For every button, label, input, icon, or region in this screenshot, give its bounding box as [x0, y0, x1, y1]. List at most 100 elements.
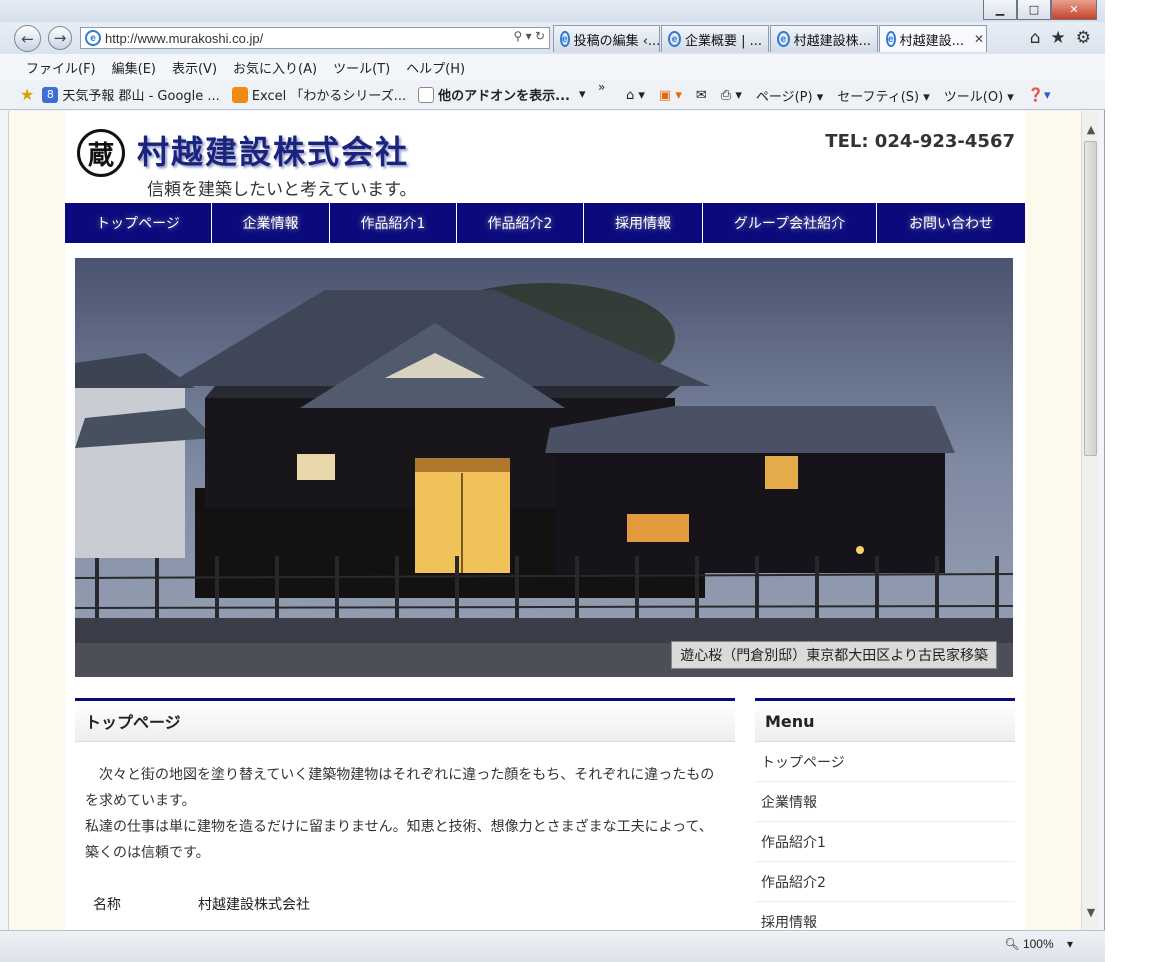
browser-window: ▁ □ ✕ ← → e http://www.murakoshi.co.jp/ …	[0, 0, 1105, 962]
print-icon[interactable]: ⎙ ▾	[721, 88, 742, 103]
page-menu[interactable]: ページ(P) ▾	[756, 86, 823, 105]
tab-close-icon[interactable]: ✕	[974, 32, 984, 46]
favorite-label: 他のアドオンを表示...	[438, 89, 570, 104]
tab-2[interactable]: e 企業概要 | ...	[661, 25, 769, 52]
favorite-excel[interactable]: Excel 「わかるシリーズ...	[231, 85, 406, 104]
close-window-button[interactable]: ✕	[1051, 0, 1097, 20]
addon-icon	[418, 86, 435, 103]
maximize-button[interactable]: □	[1017, 0, 1051, 20]
hero-caption: 遊心桜（門倉別邸）東京都大田区より古民家移築	[671, 641, 997, 669]
address-tools: ⚲ ▾ ↻	[513, 29, 545, 43]
zoom-level: 100%	[1022, 937, 1054, 951]
sidebar-item-top[interactable]: トップページ	[755, 742, 1015, 782]
window-controls: ▁ □ ✕	[983, 0, 1097, 20]
menu-bar: ファイル(F) 編集(E) 表示(V) お気に入り(A) ツール(T) ヘルプ(…	[0, 54, 1105, 80]
search-icon[interactable]: ⚲	[513, 29, 522, 43]
web-page: 蔵 村越建設株式会社 信頼を建築したいと考えています。 TEL: 024-923…	[65, 111, 1025, 930]
favorite-label: 天気予報 郡山 - Google ...	[62, 89, 220, 104]
sidebar-item-works2[interactable]: 作品紹介2	[755, 862, 1015, 902]
tools-menu-label: ツール(O)	[943, 89, 1004, 105]
status-bar: 🔍︎ 100% ▾	[0, 930, 1105, 962]
ie-icon: e	[560, 31, 570, 47]
forward-button[interactable]: →	[48, 26, 72, 50]
tab-label: 企業概要 | ...	[684, 33, 762, 49]
tools-menu[interactable]: ツール(O) ▾	[944, 86, 1014, 105]
star-icon[interactable]: ★	[1051, 28, 1066, 48]
scroll-down-icon[interactable]: ▼	[1082, 902, 1099, 922]
command-bar: ⌂ ▾ ▣ ▾ ✉ ⎙ ▾ ページ(P) ▾ セーフティ(S) ▾ ツール(O)…	[626, 80, 1051, 110]
vertical-scrollbar[interactable]: ▲ ▼	[1081, 111, 1099, 930]
tab-3[interactable]: e 村越建設株...	[770, 25, 878, 52]
hero-image: 遊心桜（門倉別邸）東京都大田区より古民家移築	[75, 258, 1013, 677]
home-icon[interactable]: ⌂	[1030, 28, 1041, 48]
nav-works2[interactable]: 作品紹介2	[457, 203, 584, 243]
page-menu-label: ページ(P)	[755, 89, 813, 105]
menu-help[interactable]: ヘルプ(H)	[406, 58, 465, 77]
back-button[interactable]: ←	[14, 25, 41, 52]
info-value: 村越建設株式会社	[198, 897, 310, 913]
site-name[interactable]: 村越建設株式会社	[137, 127, 409, 173]
sidebar-heading: Menu	[755, 698, 1015, 742]
tab-label: 投稿の編集 ‹...	[573, 33, 660, 49]
help-icon[interactable]: ❓▾	[1028, 88, 1051, 103]
company-logo[interactable]: 蔵	[77, 129, 125, 177]
menu-edit[interactable]: 編集(E)	[112, 58, 156, 77]
tab-1[interactable]: e 投稿の編集 ‹...	[553, 25, 660, 52]
favorite-weather[interactable]: 8 天気予報 郡山 - Google ...	[42, 85, 220, 104]
ie-icon: e	[85, 30, 101, 46]
nav-company[interactable]: 企業情報	[212, 203, 330, 243]
sidebar-item-company[interactable]: 企業情報	[755, 782, 1015, 822]
tab-label: 村越建設...	[899, 33, 964, 49]
sidebar-item-recruit[interactable]: 採用情報	[755, 902, 1015, 931]
address-text: http://www.murakoshi.co.jp/	[105, 30, 264, 46]
safety-menu-label: セーフティ(S)	[837, 89, 920, 105]
gear-icon[interactable]: ⚙	[1076, 28, 1091, 48]
title-bar: ▁ □ ✕	[0, 0, 1105, 22]
bookmark-icon	[231, 86, 248, 103]
ie-icon: e	[886, 31, 896, 47]
address-bar[interactable]: e http://www.murakoshi.co.jp/ ⚲ ▾ ↻	[80, 27, 550, 49]
intro-paragraph-1: 次々と街の地図を塗り替えていく建築物建物はそれぞれに違った顔をもち、それぞれに違…	[85, 767, 715, 809]
scroll-up-icon[interactable]: ▲	[1082, 119, 1099, 139]
nav-works1[interactable]: 作品紹介1	[330, 203, 457, 243]
page-viewport: 蔵 村越建設株式会社 信頼を建築したいと考えています。 TEL: 024-923…	[8, 111, 1099, 930]
nav-top[interactable]: トップページ	[65, 203, 212, 243]
mail-icon[interactable]: ✉	[696, 88, 707, 103]
refresh-icon[interactable]: ↻	[535, 29, 545, 43]
sidebar-item-works1[interactable]: 作品紹介1	[755, 822, 1015, 862]
menu-file[interactable]: ファイル(F)	[26, 58, 96, 77]
tab-4-active[interactable]: e 村越建設... ✕	[879, 25, 987, 52]
main-content: トップページ 次々と街の地図を塗り替えていく建築物建物はそれぞれに違った顔をもち…	[75, 698, 735, 914]
menu-favorites[interactable]: お気に入り(A)	[233, 58, 317, 77]
zoom-control[interactable]: 🔍︎ 100% ▾	[1004, 937, 1073, 951]
intro-text: 次々と街の地図を塗り替えていく建築物建物はそれぞれに違った顔をもち、それぞれに違…	[75, 742, 735, 866]
nav-contact[interactable]: お問い合わせ	[877, 203, 1025, 243]
menu-view[interactable]: 表示(V)	[172, 58, 217, 77]
traditional-house-illustration	[75, 258, 1013, 677]
favorites-bar: ★ 8 天気予報 郡山 - Google ... Excel 「わかるシリーズ..…	[0, 80, 1105, 110]
zoom-icon: 🔍︎	[1004, 937, 1020, 951]
nav-group[interactable]: グループ会社紹介	[703, 203, 877, 243]
browser-right-icons: ⌂ ★ ⚙	[1030, 28, 1091, 48]
arrow-left-icon: ←	[21, 29, 34, 48]
phone-number: TEL: 024-923-4567	[825, 131, 1015, 152]
site-tagline: 信頼を建築したいと考えています。	[147, 180, 417, 200]
logo-char: 蔵	[87, 140, 114, 171]
tab-strip: e 投稿の編集 ‹... e 企業概要 | ... e 村越建設株... e 村越建設.…	[553, 25, 988, 52]
minimize-button[interactable]: ▁	[983, 0, 1017, 20]
chevron-more-icon[interactable]: »	[598, 80, 605, 94]
arrow-right-icon: →	[53, 29, 67, 47]
safety-menu[interactable]: セーフティ(S) ▾	[837, 86, 930, 105]
favorites-star-icon[interactable]: ★	[20, 85, 34, 104]
info-key: 名称	[93, 897, 121, 913]
scroll-thumb[interactable]	[1084, 141, 1097, 456]
home-icon[interactable]: ⌂ ▾	[626, 88, 645, 103]
rss-icon[interactable]: ▣ ▾	[659, 88, 682, 103]
global-nav: トップページ 企業情報 作品紹介1 作品紹介2 採用情報 グループ会社紹介 お問…	[65, 203, 1025, 243]
google-icon: 8	[42, 86, 59, 103]
ie-icon: e	[668, 31, 681, 47]
nav-recruit[interactable]: 採用情報	[584, 203, 703, 243]
main-heading: トップページ	[75, 698, 735, 742]
favorite-addons[interactable]: 他のアドオンを表示... ▾	[418, 85, 586, 104]
menu-tools[interactable]: ツール(T)	[333, 58, 390, 77]
